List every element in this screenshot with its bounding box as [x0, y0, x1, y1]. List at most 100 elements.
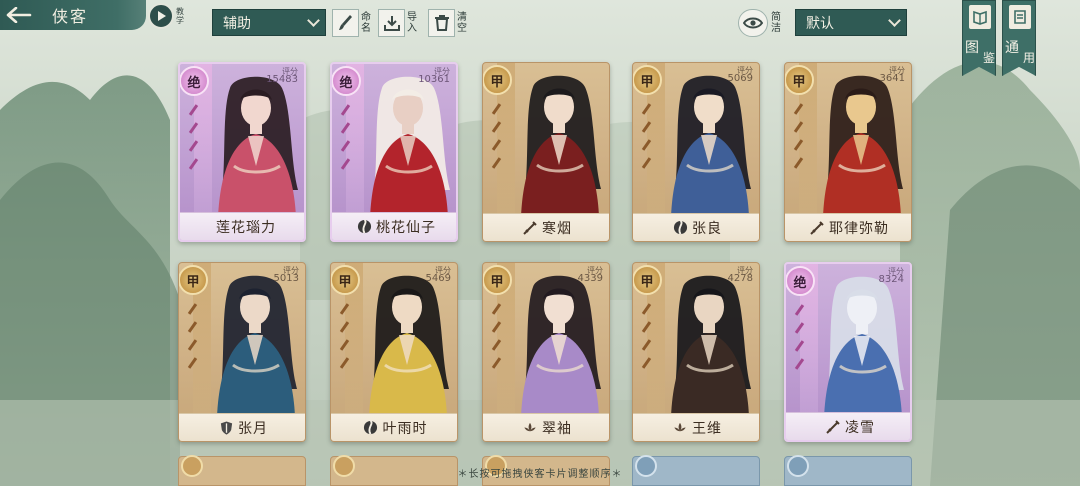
- skill-marks: [792, 304, 808, 376]
- skill-marks: [338, 104, 354, 176]
- simple-view-label: 简洁: [771, 12, 781, 34]
- play-icon: [148, 3, 174, 29]
- score-value: 4339: [577, 273, 603, 284]
- skill-marks: [489, 303, 505, 375]
- codex-label-2: 鉴: [982, 51, 995, 65]
- hero-name-plate: 寒烟: [483, 213, 609, 241]
- faction-sword-icon: [522, 220, 538, 236]
- hero-portrait: [204, 70, 304, 218]
- skill-marks: [639, 303, 655, 375]
- role-filter-value: 辅助: [223, 15, 251, 32]
- faction-shield-icon: [218, 420, 234, 436]
- hero-name-plate: 莲花瑙力: [180, 212, 304, 240]
- hero-name-plate: 王维: [633, 413, 759, 441]
- hero-card[interactable]: 甲评分 5469 叶雨时: [330, 262, 458, 442]
- score-value: 5469: [425, 273, 451, 284]
- faction-lotus-icon: [522, 420, 538, 436]
- hero-portrait: [507, 69, 609, 217]
- clear-label: 清空: [457, 12, 467, 34]
- back-button[interactable]: 侠客: [0, 0, 146, 30]
- score-value: 3641: [879, 73, 905, 84]
- faction-sword-icon: [809, 220, 825, 236]
- general-button[interactable]: 通 用: [1002, 0, 1036, 76]
- simple-view-toggle[interactable]: 简洁: [738, 8, 783, 38]
- rename-label: 命名: [361, 12, 371, 34]
- rank-badge: 甲: [785, 65, 814, 95]
- chevron-down-icon: [307, 14, 320, 27]
- hero-portrait: [203, 269, 305, 417]
- sort-dropdown[interactable]: 默认: [795, 9, 907, 36]
- hero-name-plate: 张良: [633, 213, 759, 241]
- hero-portrait: [355, 269, 457, 417]
- skill-marks: [639, 103, 655, 175]
- role-filter-dropdown[interactable]: 辅助: [212, 9, 326, 36]
- faction-swirl-icon: [672, 220, 688, 236]
- hero-name: 莲花瑙力: [216, 219, 276, 236]
- tutorial-button[interactable]: 教学: [148, 2, 192, 30]
- rank-badge: 甲: [483, 65, 512, 95]
- back-arrow-icon: [0, 0, 38, 30]
- score-value: 5069: [727, 73, 753, 84]
- hero-name-plate: 张月: [179, 413, 305, 441]
- rank-badge: 绝: [786, 266, 815, 296]
- faction-swirl-icon: [356, 219, 372, 235]
- score-value: 5013: [273, 273, 299, 284]
- skill-marks: [185, 303, 201, 375]
- general-label-2: 用: [1022, 51, 1035, 65]
- faction-sword-icon: [825, 419, 841, 435]
- hero-card[interactable]: 甲评分 3641 耶律弥勒: [784, 62, 912, 242]
- hero-name: 张月: [238, 420, 268, 437]
- rank-badge: 甲: [331, 265, 360, 295]
- hero-name: 凌雪: [845, 419, 875, 436]
- hero-name-plate: 凌雪: [786, 412, 910, 440]
- chevron-down-icon: [888, 14, 901, 27]
- hero-card[interactable]: 绝评分 8324 凌雪: [784, 262, 912, 442]
- hero-name-plate: 叶雨时: [331, 413, 457, 441]
- rename-button[interactable]: 命名: [332, 8, 373, 38]
- hero-card[interactable]: 甲评分 4339 翠袖: [482, 262, 610, 442]
- hero-name-plate: 翠袖: [483, 413, 609, 441]
- hero-card[interactable]: 甲寒烟: [482, 62, 610, 242]
- skill-marks: [791, 103, 807, 175]
- hero-portrait: [657, 69, 759, 217]
- scroll-icon: [1009, 5, 1031, 29]
- score-value: 10361: [418, 74, 450, 85]
- tutorial-label: 教学: [176, 7, 184, 25]
- hero-card[interactable]: 甲评分 4278 王维: [632, 262, 760, 442]
- hero-name: 王维: [692, 420, 722, 437]
- score-value: 15483: [266, 74, 298, 85]
- hero-name: 耶律弥勒: [829, 220, 889, 237]
- hero-name: 张良: [692, 220, 722, 237]
- rank-badge: 绝: [332, 66, 361, 96]
- book-icon: [969, 5, 991, 29]
- clear-button[interactable]: 清空: [428, 8, 469, 38]
- rank-badge: 甲: [633, 65, 662, 95]
- import-button[interactable]: 导入: [378, 8, 419, 38]
- codex-button[interactable]: 图 鉴: [962, 0, 996, 76]
- faction-lotus-icon: [672, 420, 688, 436]
- sort-value: 默认: [806, 15, 834, 32]
- rank-badge: 甲: [633, 265, 662, 295]
- page-title: 侠客: [52, 7, 89, 26]
- hero-portrait: [809, 69, 911, 217]
- rank-badge: 甲: [483, 265, 512, 295]
- score-value: 4278: [727, 273, 753, 284]
- hero-card[interactable]: 甲评分 5069 张良: [632, 62, 760, 242]
- hero-card[interactable]: 绝评分 10361 桃花仙子: [330, 62, 458, 242]
- hero-name-plate: 桃花仙子: [332, 212, 456, 240]
- import-label: 导入: [407, 12, 417, 34]
- hero-name-plate: 耶律弥勒: [785, 213, 911, 241]
- hero-portrait: [810, 270, 910, 418]
- rank-badge: 绝: [180, 66, 209, 96]
- hero-name: 翠袖: [542, 420, 572, 437]
- hero-card[interactable]: 甲评分 5013 张月: [178, 262, 306, 442]
- hero-portrait: [507, 269, 609, 417]
- eye-icon: [738, 9, 768, 37]
- drag-hint: ＊长按可拖拽侠客卡片调整顺序＊: [457, 469, 623, 480]
- faction-swirl-icon: [363, 420, 379, 436]
- hero-portrait: [657, 269, 759, 417]
- hero-portrait: [356, 70, 456, 218]
- skill-marks: [186, 104, 202, 176]
- hero-card[interactable]: 绝评分 15483 莲花瑙力: [178, 62, 306, 242]
- trash-icon: [428, 9, 455, 37]
